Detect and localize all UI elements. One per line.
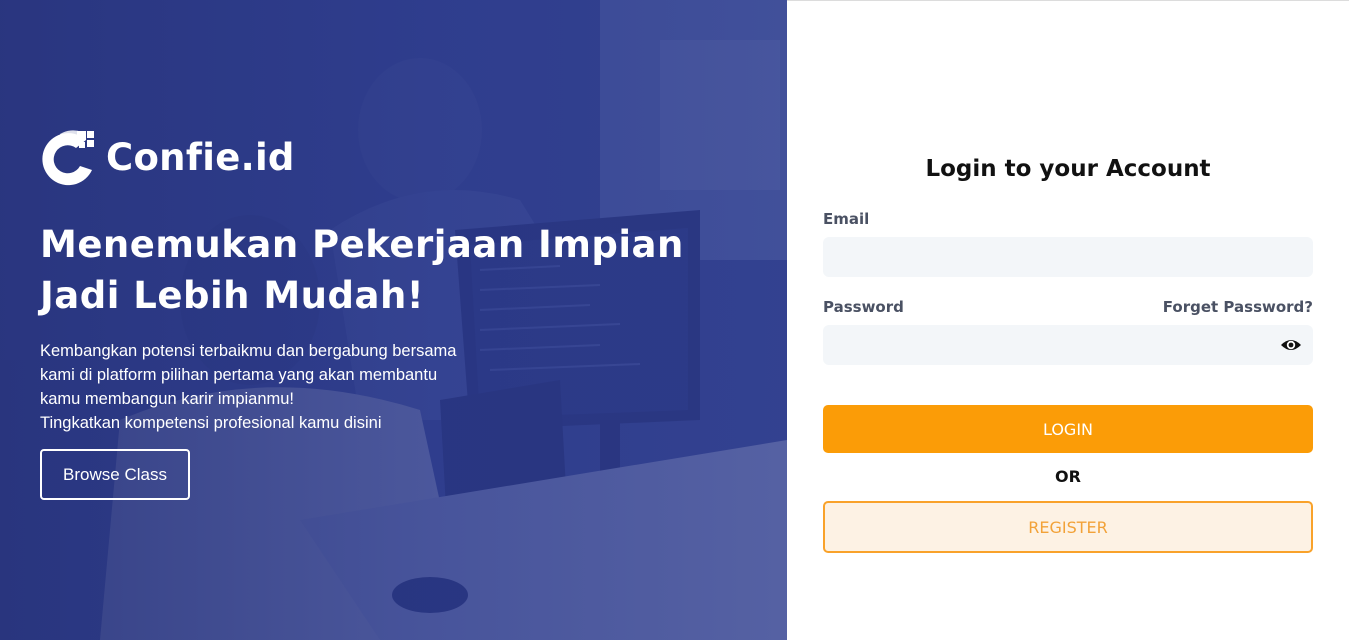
brand-name: Confie.id (106, 135, 295, 179)
forget-password-link[interactable]: Forget Password? (1163, 298, 1313, 316)
browse-class-button[interactable]: Browse Class (40, 449, 190, 500)
password-label: Password (823, 298, 904, 316)
password-field[interactable] (823, 325, 1313, 365)
description-line: Kembangkan potensi terbaikmu dan bergabu… (40, 342, 457, 360)
headline-line-1: Menemukan Pekerjaan Impian (40, 223, 684, 266)
confie-logo-icon (42, 130, 94, 186)
login-panel: Login to your Account Email Password For… (787, 0, 1349, 640)
email-field[interactable] (823, 237, 1313, 277)
description-line: Tingkatkan kompetensi profesional kamu d… (40, 414, 382, 432)
eye-icon[interactable] (1280, 335, 1302, 355)
login-title: Login to your Account (925, 156, 1211, 182)
hero-description: Kembangkan potensi terbaikmu dan bergabu… (40, 339, 540, 435)
or-divider: OR (1055, 467, 1081, 486)
headline-line-2: Jadi Lebih Mudah! (40, 274, 425, 317)
register-button[interactable]: REGISTER (823, 501, 1313, 553)
description-line: kamu membangun karir impianmu! (40, 390, 295, 408)
hero-section: Confie.id Menemukan Pekerjaan Impian Jad… (0, 0, 787, 640)
email-label: Email (823, 210, 870, 228)
hero-headline: Menemukan Pekerjaan Impian Jadi Lebih Mu… (40, 219, 740, 321)
description-line: kami di platform pilihan pertama yang ak… (40, 366, 438, 384)
brand-logo[interactable]: Confie.id (40, 126, 295, 188)
login-button[interactable]: LOGIN (823, 405, 1313, 453)
